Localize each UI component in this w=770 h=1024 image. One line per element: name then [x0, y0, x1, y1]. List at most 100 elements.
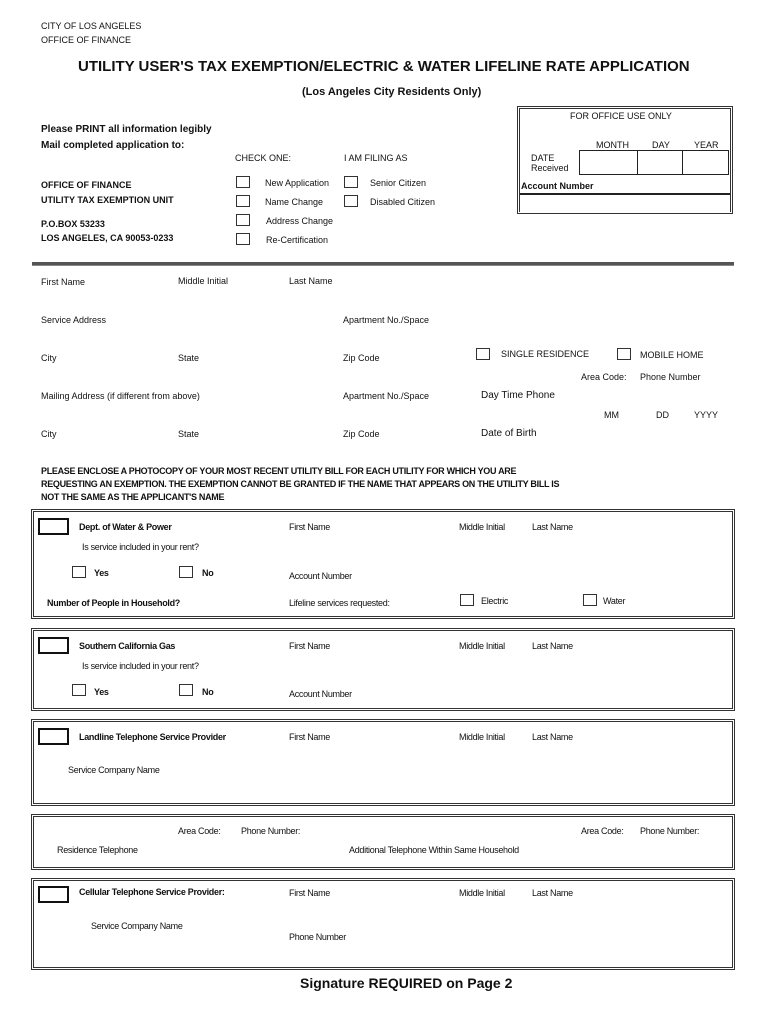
gas-no-checkbox[interactable]	[179, 684, 193, 696]
gas-account-number-input[interactable]	[428, 682, 683, 702]
mail-address-line-4: LOS ANGELES, CA 90053-0233	[41, 233, 174, 243]
phone-number-label: Phone Number	[640, 372, 701, 382]
lifeline-label: Lifeline services requested:	[289, 598, 390, 608]
dob-mm-input[interactable]	[579, 421, 638, 441]
date-received-field[interactable]	[579, 150, 729, 175]
zip-input[interactable]	[342, 364, 458, 384]
divider	[637, 150, 638, 175]
mailing-apartment-input[interactable]	[342, 402, 458, 422]
address-change-label: Address Change	[266, 216, 334, 226]
disabled-citizen-checkbox[interactable]	[344, 195, 358, 207]
dob-dd-label: DD	[656, 410, 669, 420]
dob-yyyy-input[interactable]	[682, 421, 734, 441]
service-address-input[interactable]	[32, 326, 343, 346]
area-code-label: Area Code:	[581, 372, 627, 382]
office-day-label: DAY	[652, 140, 670, 150]
office-account-number-field[interactable]	[520, 194, 730, 212]
dob-dd-input[interactable]	[637, 421, 683, 441]
add-phone-number-label: Phone Number:	[640, 826, 700, 836]
cellular-middle-initial-label: Middle Initial	[459, 888, 505, 898]
dob-mm-label: MM	[604, 410, 619, 420]
res-area-code-input[interactable]	[175, 837, 235, 858]
service-apartment-input[interactable]	[342, 326, 458, 346]
notice-line-1: PLEASE ENCLOSE A PHOTOCOPY OF YOUR MOST …	[41, 466, 517, 476]
dwp-yes-checkbox[interactable]	[72, 566, 86, 578]
res-phone-number-label: Phone Number:	[241, 826, 301, 836]
mail-address-line-2: UTILITY TAX EXEMPTION UNIT	[41, 195, 174, 205]
city-input[interactable]	[32, 364, 176, 384]
cellular-phone-number-input[interactable]	[287, 943, 728, 964]
landline-last-name-input[interactable]	[519, 744, 728, 764]
landline-checkbox[interactable]	[38, 728, 69, 745]
office-year-label: YEAR	[694, 140, 719, 150]
landline-first-name-input[interactable]	[287, 744, 458, 764]
date-received-label: DATE Received	[531, 153, 569, 173]
landline-middle-initial-input[interactable]	[457, 744, 520, 764]
check-one-label: CHECK ONE:	[235, 153, 292, 163]
landline-title: Landline Telephone Service Provider	[79, 732, 226, 742]
cellular-service-company-input[interactable]	[38, 943, 234, 964]
dwp-no-label: No	[202, 568, 214, 578]
household-count-input[interactable]	[226, 595, 251, 613]
last-name-input[interactable]	[287, 288, 458, 308]
address-change-checkbox[interactable]	[236, 214, 250, 226]
cellular-middle-initial-input[interactable]	[457, 899, 520, 920]
dwp-account-number-input[interactable]	[395, 563, 728, 583]
gas-middle-initial-input[interactable]	[457, 653, 520, 673]
gas-last-name-input[interactable]	[519, 653, 728, 673]
dwp-last-name-input[interactable]	[519, 534, 728, 554]
gas-title: Southern California Gas	[79, 641, 176, 651]
additional-telephone-label: Additional Telephone Within Same Househo…	[349, 845, 519, 855]
day-phone-number-input[interactable]	[637, 383, 734, 403]
landline-service-company-input[interactable]	[67, 776, 728, 798]
gas-yes-checkbox[interactable]	[72, 684, 86, 696]
re-certification-checkbox[interactable]	[236, 233, 250, 245]
mailing-city-input[interactable]	[32, 440, 176, 460]
filing-as-label: I AM FILING AS	[344, 153, 408, 163]
mailing-address-input[interactable]	[32, 402, 343, 422]
single-residence-checkbox[interactable]	[476, 348, 490, 360]
electric-checkbox[interactable]	[460, 594, 474, 606]
form-title: UTILITY USER'S TAX EXEMPTION/ELECTRIC & …	[78, 58, 690, 75]
add-area-code-input[interactable]	[579, 837, 639, 858]
day-phone-area-code-input[interactable]	[579, 383, 638, 403]
cellular-last-name-input[interactable]	[519, 899, 728, 920]
dwp-first-name-input[interactable]	[287, 534, 458, 554]
cellular-checkbox[interactable]	[38, 886, 69, 903]
senior-citizen-checkbox[interactable]	[344, 176, 358, 188]
gas-checkbox[interactable]	[38, 637, 69, 654]
cellular-first-name-input[interactable]	[287, 899, 458, 920]
dwp-no-checkbox[interactable]	[179, 566, 193, 578]
state-input[interactable]	[175, 364, 343, 384]
dwp-middle-initial-label: Middle Initial	[459, 522, 505, 532]
gas-account-number-label: Account Number	[289, 689, 352, 699]
state-label: State	[178, 353, 200, 363]
mailing-state-input[interactable]	[175, 440, 343, 460]
new-application-checkbox[interactable]	[236, 176, 250, 188]
first-name-label: First Name	[41, 277, 86, 287]
date-received-line-1: DATE	[531, 153, 555, 163]
signature-note: Signature REQUIRED on Page 2	[300, 975, 513, 991]
mail-address-line-3: P.O.BOX 53233	[41, 219, 105, 229]
gas-first-name-label: First Name	[289, 641, 331, 651]
notice-line-2: REQUESTING AN EXEMPTION. THE EXEMPTION C…	[41, 479, 560, 489]
water-checkbox[interactable]	[583, 594, 597, 606]
name-change-checkbox[interactable]	[236, 195, 250, 207]
gas-last-name-label: Last Name	[532, 641, 573, 651]
service-address-label: Service Address	[41, 315, 107, 325]
dwp-middle-initial-input[interactable]	[457, 534, 520, 554]
print-note: Please PRINT all information legibly	[41, 124, 212, 135]
gas-first-name-input[interactable]	[287, 653, 458, 673]
mailing-zip-input[interactable]	[342, 440, 458, 460]
water-label: Water	[603, 596, 626, 606]
res-phone-number-input[interactable]	[234, 837, 345, 858]
dwp-checkbox[interactable]	[38, 518, 69, 535]
mobile-home-checkbox[interactable]	[617, 348, 631, 360]
first-name-input[interactable]	[32, 288, 176, 308]
landline-first-name-label: First Name	[289, 732, 331, 742]
mobile-home-label: MOBILE HOME	[640, 350, 704, 360]
add-phone-number-input[interactable]	[638, 837, 728, 858]
middle-initial-input[interactable]	[175, 288, 288, 308]
electric-label: Electric	[481, 596, 509, 606]
cellular-title: Cellular Telephone Service Provider:	[79, 887, 225, 897]
